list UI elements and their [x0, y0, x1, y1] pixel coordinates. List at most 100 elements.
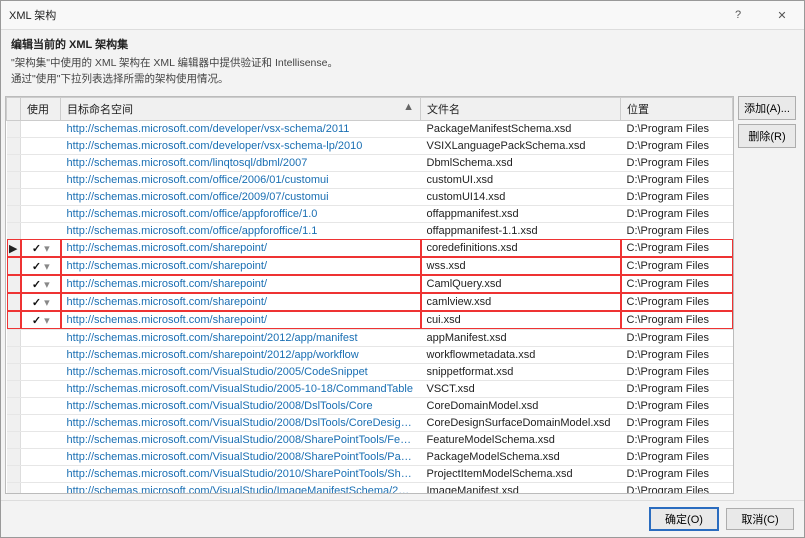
- check-icon: ✓: [32, 315, 41, 327]
- chevron-down-icon: ▾: [44, 279, 50, 291]
- cancel-button[interactable]: 取消(C): [726, 508, 794, 530]
- use-cell[interactable]: ✓ ▾: [21, 239, 61, 257]
- namespace-cell: http://schemas.microsoft.com/VisualStudi…: [61, 380, 421, 397]
- use-cell[interactable]: [21, 120, 61, 137]
- location-cell: D:\Program Files: [621, 448, 733, 465]
- location-cell: D:\Program Files: [621, 482, 733, 494]
- row-indicator: [7, 120, 21, 137]
- use-cell[interactable]: [21, 465, 61, 482]
- filename-cell: appManifest.xsd: [421, 329, 621, 346]
- namespace-cell: http://schemas.microsoft.com/VisualStudi…: [61, 465, 421, 482]
- table-row[interactable]: http://schemas.microsoft.com/VisualStudi…: [7, 431, 733, 448]
- row-indicator: [7, 188, 21, 205]
- use-cell[interactable]: [21, 346, 61, 363]
- dialog-window: XML 架构 ? ✕ 编辑当前的 XML 架构集 "架构集"中使用的 XML 架…: [0, 0, 805, 538]
- col-namespace[interactable]: 目标命名空间▲: [61, 97, 421, 120]
- use-cell[interactable]: [21, 188, 61, 205]
- table-row[interactable]: http://schemas.microsoft.com/sharepoint/…: [7, 346, 733, 363]
- table-row[interactable]: ▶✓ ▾http://schemas.microsoft.com/sharepo…: [7, 239, 733, 257]
- location-cell: C:\Program Files: [621, 239, 733, 257]
- col-arrow[interactable]: [7, 97, 21, 120]
- table-row[interactable]: http://schemas.microsoft.com/VisualStudi…: [7, 465, 733, 482]
- table-row[interactable]: ✓ ▾http://schemas.microsoft.com/sharepoi…: [7, 275, 733, 293]
- row-indicator: [7, 293, 21, 311]
- location-cell: D:\Program Files: [621, 431, 733, 448]
- col-use[interactable]: 使用: [21, 97, 61, 120]
- use-cell[interactable]: [21, 154, 61, 171]
- row-indicator: [7, 431, 21, 448]
- namespace-cell: http://schemas.microsoft.com/developer/v…: [61, 137, 421, 154]
- location-cell: D:\Program Files: [621, 346, 733, 363]
- use-cell[interactable]: [21, 380, 61, 397]
- page-header: 编辑当前的 XML 架构集: [1, 30, 804, 56]
- table-row[interactable]: http://schemas.microsoft.com/office/appf…: [7, 222, 733, 239]
- filename-cell: camlview.xsd: [421, 293, 621, 311]
- namespace-cell: http://schemas.microsoft.com/sharepoint/…: [61, 329, 421, 346]
- table-row[interactable]: http://schemas.microsoft.com/office/appf…: [7, 205, 733, 222]
- add-button[interactable]: 添加(A)...: [738, 96, 796, 120]
- table-row[interactable]: http://schemas.microsoft.com/office/2009…: [7, 188, 733, 205]
- table-row[interactable]: http://schemas.microsoft.com/VisualStudi…: [7, 380, 733, 397]
- table-row[interactable]: http://schemas.microsoft.com/sharepoint/…: [7, 329, 733, 346]
- sort-asc-icon: ▲: [403, 101, 414, 113]
- use-cell[interactable]: [21, 137, 61, 154]
- use-cell[interactable]: [21, 222, 61, 239]
- location-cell: D:\Program Files: [621, 171, 733, 188]
- table-row[interactable]: http://schemas.microsoft.com/VisualStudi…: [7, 363, 733, 380]
- row-indicator: [7, 465, 21, 482]
- table-row[interactable]: http://schemas.microsoft.com/developer/v…: [7, 137, 733, 154]
- filename-cell: DbmlSchema.xsd: [421, 154, 621, 171]
- table-row[interactable]: http://schemas.microsoft.com/VisualStudi…: [7, 414, 733, 431]
- table-row[interactable]: http://schemas.microsoft.com/VisualStudi…: [7, 482, 733, 494]
- use-cell[interactable]: [21, 397, 61, 414]
- table-row[interactable]: http://schemas.microsoft.com/VisualStudi…: [7, 397, 733, 414]
- use-cell[interactable]: [21, 414, 61, 431]
- chevron-down-icon: ▾: [44, 261, 50, 273]
- schema-grid[interactable]: 使用 目标命名空间▲ 文件名 位置 http://schemas.microso…: [5, 96, 734, 495]
- table-row[interactable]: ✓ ▾http://schemas.microsoft.com/sharepoi…: [7, 293, 733, 311]
- location-cell: D:\Program Files: [621, 363, 733, 380]
- table-row[interactable]: http://schemas.microsoft.com/linqtosql/d…: [7, 154, 733, 171]
- use-cell[interactable]: [21, 431, 61, 448]
- use-cell[interactable]: [21, 482, 61, 494]
- row-indicator: [7, 397, 21, 414]
- col-filename[interactable]: 文件名: [421, 97, 621, 120]
- filename-cell: offappmanifest-1.1.xsd: [421, 222, 621, 239]
- filename-cell: customUI14.xsd: [421, 188, 621, 205]
- row-indicator: [7, 448, 21, 465]
- row-indicator: [7, 414, 21, 431]
- use-cell[interactable]: [21, 171, 61, 188]
- location-cell: D:\Program Files: [621, 205, 733, 222]
- table-row[interactable]: http://schemas.microsoft.com/developer/v…: [7, 120, 733, 137]
- use-cell[interactable]: ✓ ▾: [21, 257, 61, 275]
- close-button[interactable]: ✕: [760, 1, 804, 29]
- namespace-cell: http://schemas.microsoft.com/VisualStudi…: [61, 431, 421, 448]
- table-row[interactable]: http://schemas.microsoft.com/office/2006…: [7, 171, 733, 188]
- row-indicator: [7, 329, 21, 346]
- location-cell: C:\Program Files: [621, 311, 733, 329]
- table-row[interactable]: http://schemas.microsoft.com/VisualStudi…: [7, 448, 733, 465]
- remove-button[interactable]: 删除(R): [738, 124, 796, 148]
- help-button[interactable]: ?: [716, 1, 760, 29]
- row-indicator: [7, 154, 21, 171]
- use-cell[interactable]: ✓ ▾: [21, 293, 61, 311]
- row-indicator: [7, 380, 21, 397]
- col-location[interactable]: 位置: [621, 97, 733, 120]
- namespace-cell: http://schemas.microsoft.com/sharepoint/: [61, 239, 421, 257]
- use-cell[interactable]: ✓ ▾: [21, 275, 61, 293]
- filename-cell: snippetformat.xsd: [421, 363, 621, 380]
- use-cell[interactable]: [21, 448, 61, 465]
- location-cell: C:\Program Files: [621, 293, 733, 311]
- use-cell[interactable]: ✓ ▾: [21, 311, 61, 329]
- check-icon: ✓: [32, 243, 41, 255]
- subheader-line2: 通过"使用"下拉列表选择所需的架构使用情况。: [11, 72, 794, 88]
- table-row[interactable]: ✓ ▾http://schemas.microsoft.com/sharepoi…: [7, 257, 733, 275]
- ok-button[interactable]: 确定(O): [650, 508, 718, 530]
- filename-cell: customUI.xsd: [421, 171, 621, 188]
- row-indicator: [7, 275, 21, 293]
- use-cell[interactable]: [21, 363, 61, 380]
- use-cell[interactable]: [21, 329, 61, 346]
- use-cell[interactable]: [21, 205, 61, 222]
- table-row[interactable]: ✓ ▾http://schemas.microsoft.com/sharepoi…: [7, 311, 733, 329]
- namespace-cell: http://schemas.microsoft.com/office/appf…: [61, 222, 421, 239]
